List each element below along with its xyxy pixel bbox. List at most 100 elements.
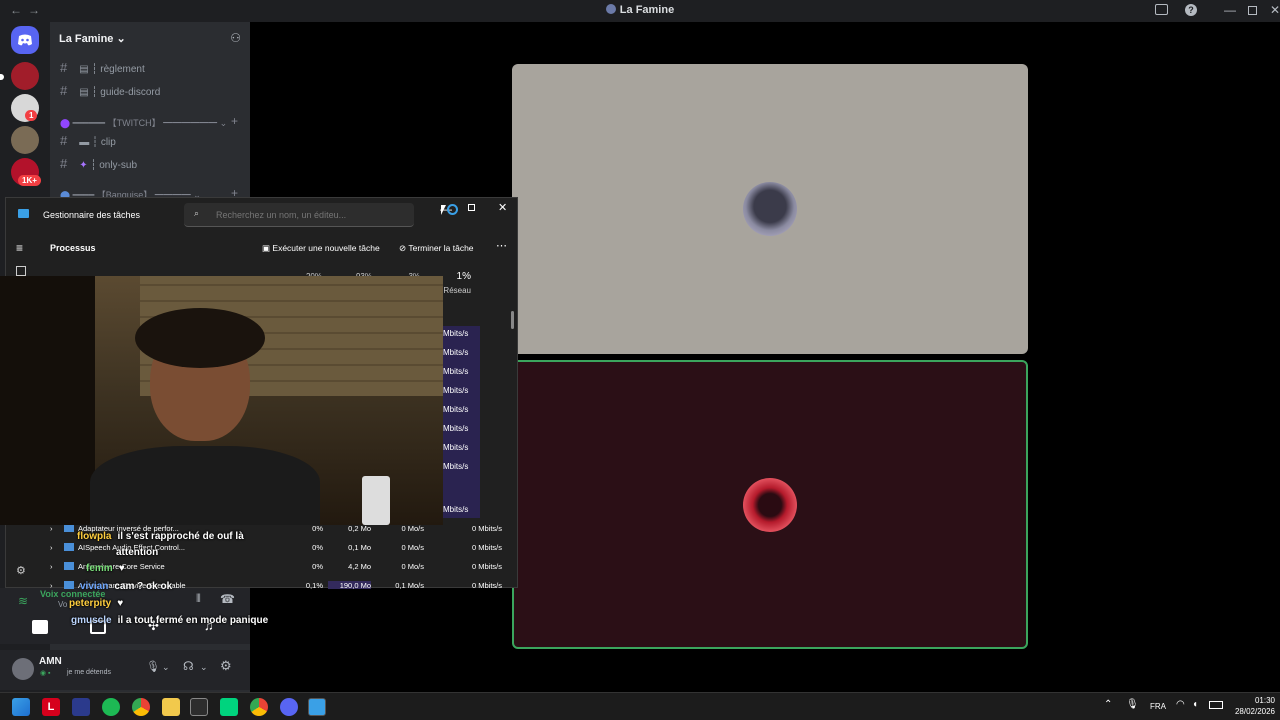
process-network: 0 Mbits/s xyxy=(471,543,502,552)
custom-status: je me détends xyxy=(67,669,111,676)
user-panel: AMN ◉ ▪ je me détends 🎙︎ ⌄ ☊ ⌄ ⚙ xyxy=(0,650,250,690)
user-badge-icon: ♥ xyxy=(118,563,125,574)
close-icon[interactable]: ✕ xyxy=(498,201,507,214)
spotify-icon[interactable] xyxy=(102,698,120,716)
twitch-icon: ⬤ xyxy=(60,118,73,128)
settings-icon[interactable]: ⚙ xyxy=(220,658,232,674)
process-cpu: 0% xyxy=(312,543,323,552)
expand-icon[interactable]: › xyxy=(50,524,53,533)
block-icon: ⊘ xyxy=(399,243,409,253)
video-tile[interactable] xyxy=(512,64,1028,354)
net-value: Mbits/s xyxy=(443,367,469,376)
app-icon[interactable] xyxy=(72,698,90,716)
run-task-icon: ▣ xyxy=(262,243,273,253)
rules-icon: ▤ xyxy=(79,87,92,98)
volume-icon[interactable]: ◖ xyxy=(1192,699,1198,710)
process-icon xyxy=(64,562,74,570)
process-search[interactable]: ⌕ xyxy=(184,203,414,227)
participant-avatar xyxy=(743,477,797,532)
person-hair xyxy=(135,308,265,368)
end-task-button[interactable]: ⊘ Terminer la tâche xyxy=(399,243,474,254)
language-indicator[interactable]: FRA xyxy=(1150,702,1166,711)
expand-icon[interactable]: › xyxy=(50,562,53,571)
close-icon[interactable]: ✕ xyxy=(1270,3,1280,17)
channel-reglement[interactable]: # ▤ ┆ règlement xyxy=(60,60,145,75)
chat-message: flowpla il s'est rapproché de ouf là xyxy=(77,531,244,542)
chat-message: attention xyxy=(116,547,159,558)
settings-icon[interactable]: ⚙ xyxy=(16,564,26,577)
processes-tab-icon[interactable] xyxy=(16,266,26,276)
expand-icon[interactable]: › xyxy=(50,581,53,589)
doorway xyxy=(0,276,95,525)
voice-channel: Vo xyxy=(58,600,68,609)
hamburger-menu-icon[interactable]: ≡ xyxy=(16,241,23,255)
hash-icon: # xyxy=(60,60,68,75)
process-memory: 0,1 Mo xyxy=(348,543,371,552)
discord-home-icon[interactable] xyxy=(11,26,39,54)
task-manager-taskbar-icon[interactable] xyxy=(308,698,326,716)
camera-icon: ▬ xyxy=(79,137,93,148)
discord-icon[interactable] xyxy=(280,698,298,716)
net-value: Mbits/s xyxy=(443,462,469,471)
username: AMN xyxy=(39,656,62,667)
microphone-icon[interactable]: 🎙︎ xyxy=(1126,699,1139,710)
more-options-icon[interactable]: ⋯ xyxy=(496,239,507,252)
server-icon[interactable] xyxy=(11,62,39,90)
chat-message: peterpity ♥ xyxy=(69,598,124,609)
chevron-down-icon[interactable]: ⌄ xyxy=(162,662,170,673)
minimize-icon[interactable]: — xyxy=(1224,3,1236,17)
avatar[interactable] xyxy=(12,658,34,680)
paper-roll xyxy=(362,476,390,525)
process-disk: 0 Mo/s xyxy=(401,562,424,571)
headphones-icon[interactable]: ☊ xyxy=(183,659,194,673)
guild-header[interactable]: La Famine ⌄ xyxy=(59,32,126,45)
chrome-icon[interactable] xyxy=(132,698,150,716)
add-channel-icon[interactable]: + xyxy=(231,114,238,128)
battery-icon[interactable] xyxy=(1209,701,1223,709)
app-l-icon[interactable]: L xyxy=(42,698,60,716)
webcam-overlay xyxy=(0,276,443,525)
server-icon[interactable] xyxy=(11,126,39,154)
process-icon xyxy=(64,543,74,551)
task-manager-title: Gestionnaire des tâches xyxy=(43,210,141,220)
run-task-button[interactable]: ▣ Exécuter une nouvelle tâche xyxy=(262,243,380,254)
rules-icon: ▤ xyxy=(79,64,92,75)
process-cpu: 0% xyxy=(312,562,323,571)
hash-icon: # xyxy=(60,156,68,171)
soundboard-icon[interactable]: ⦀ xyxy=(196,593,201,606)
channel-only-sub[interactable]: # ✦ ┆ only-sub xyxy=(60,156,137,171)
unread-indicator xyxy=(0,74,4,80)
app-icon[interactable] xyxy=(220,698,238,716)
maximize-icon[interactable] xyxy=(468,204,475,211)
process-cpu: 0% xyxy=(312,524,323,533)
chevron-down-icon[interactable]: ⌄ xyxy=(200,662,208,673)
channel-guide-discord[interactable]: # ▤ ┆ guide-discord xyxy=(60,83,160,98)
hash-icon: # xyxy=(60,83,68,98)
guild-icon xyxy=(605,4,616,14)
inbox-icon[interactable] xyxy=(1155,4,1168,15)
search-input[interactable] xyxy=(214,207,404,223)
process-network: 0 Mbits/s xyxy=(471,581,502,589)
chevron-up-icon[interactable]: ⌃ xyxy=(1104,699,1112,710)
help-icon[interactable]: ? xyxy=(1185,4,1197,16)
add-member-icon[interactable]: ⚇ xyxy=(230,31,241,45)
terminal-icon[interactable] xyxy=(190,698,208,716)
title-bar: ← → La Famine ? — ✕ xyxy=(0,0,1280,22)
net-value: Mbits/s xyxy=(443,329,469,338)
camera-off-icon[interactable] xyxy=(32,620,48,634)
category-twitch[interactable]: ⬤ ━━━━━━ 【TWITCH】 ━━━━━━ ⌄ xyxy=(60,116,227,129)
channel-clip[interactable]: # ▬ ┆ clip xyxy=(60,133,116,148)
windows-start-icon[interactable] xyxy=(12,698,30,716)
microphone-icon[interactable]: 🎙︎ xyxy=(146,660,160,673)
expand-icon[interactable]: › xyxy=(50,543,53,552)
clock-time[interactable]: 01:30 xyxy=(1245,696,1275,705)
maximize-icon[interactable] xyxy=(1248,6,1257,15)
user-badge-icon: ♥ xyxy=(117,598,124,609)
file-explorer-icon[interactable] xyxy=(162,698,180,716)
video-tile-speaking[interactable] xyxy=(512,360,1028,649)
scrollbar[interactable] xyxy=(511,311,514,329)
disconnect-icon[interactable]: ☎ xyxy=(220,592,235,606)
wifi-icon[interactable]: ◠ xyxy=(1176,699,1185,710)
chrome-icon[interactable] xyxy=(250,698,268,716)
clock-date[interactable]: 28/02/2026 xyxy=(1230,707,1275,716)
